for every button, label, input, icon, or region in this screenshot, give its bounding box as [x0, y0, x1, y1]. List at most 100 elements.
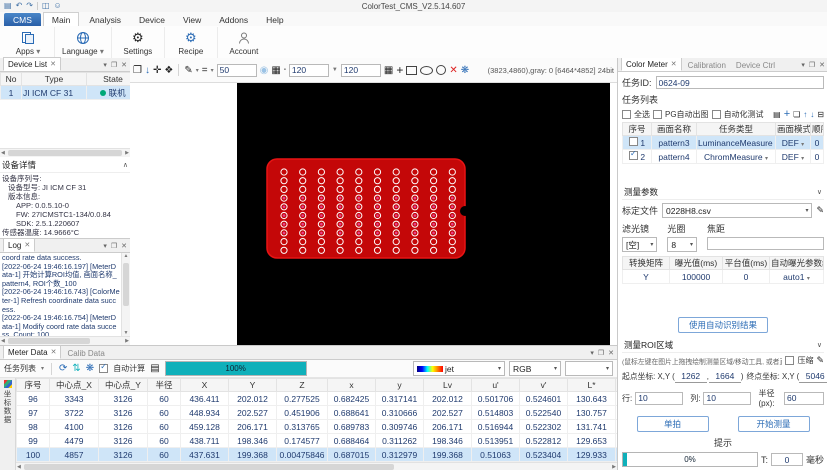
clean-icon[interactable]: ❋: [86, 363, 94, 374]
dock-menu-icon[interactable]: ▾: [801, 61, 805, 69]
meter-col-header[interactable]: y: [376, 379, 424, 392]
scroll-right-icon[interactable]: ▶: [612, 464, 616, 470]
measure-params-header[interactable]: 测量参数 ∨: [622, 184, 824, 200]
delete-roi-icon[interactable]: ✕: [449, 65, 457, 76]
redo-icon[interactable]: ↷: [26, 1, 33, 11]
meter-row[interactable]: 963343312660436.411202.0120.2775250.6824…: [17, 392, 618, 406]
scroll-left-icon[interactable]: ◀: [1, 150, 5, 156]
tab-calib-data[interactable]: Calib Data: [63, 347, 108, 359]
save-tasks-icon[interactable]: ▤: [773, 110, 781, 119]
meter-col-header[interactable]: Lv: [424, 379, 472, 392]
scroll-thumb[interactable]: [8, 338, 90, 344]
scroll-thumb[interactable]: [24, 464, 394, 470]
apps-button[interactable]: Apps ▾: [2, 27, 55, 59]
undo-icon[interactable]: ↶: [16, 1, 23, 11]
report-icon[interactable]: ▤: [150, 363, 159, 374]
tab-addons[interactable]: Addons: [211, 13, 256, 26]
save-icon[interactable]: ▤: [4, 1, 12, 11]
dock-menu-icon[interactable]: ▾: [103, 242, 107, 250]
scroll-left-icon[interactable]: ◀: [1, 338, 5, 344]
cross-tool-icon[interactable]: +: [396, 63, 403, 77]
task-row[interactable]: 1 pattern3 LuminanceMeasure ▾ DEF ▾ 0: [623, 136, 824, 150]
tab-view[interactable]: View: [175, 13, 209, 26]
meter-col-header[interactable]: a*: [616, 379, 618, 392]
device-details-header[interactable]: 设备详情 ∧: [0, 157, 130, 173]
move-up-icon[interactable]: ↑: [803, 110, 807, 119]
meter-col-header[interactable]: x: [328, 379, 376, 392]
collapse-icon[interactable]: ∨: [817, 341, 822, 349]
save-image-icon[interactable]: ↓: [145, 65, 150, 76]
meter-col-header[interactable]: X: [181, 379, 229, 392]
collapse-icon[interactable]: ∧: [123, 161, 128, 169]
tab-calibration[interactable]: Calibration: [684, 59, 730, 71]
dock-float-icon[interactable]: ❐: [111, 61, 117, 69]
calibrate-icon[interactable]: ❋: [461, 65, 469, 76]
grid-icon[interactable]: ▦: [271, 65, 280, 76]
circle-overlay-icon[interactable]: ◉: [260, 65, 269, 76]
grid-height-input[interactable]: [341, 64, 381, 77]
calib-file-select[interactable]: 0228H8.csv▾: [662, 203, 812, 218]
auto-calc-checkbox[interactable]: [99, 364, 108, 373]
caret-icon[interactable]: ▾: [196, 67, 199, 74]
task-id-input[interactable]: [656, 76, 824, 89]
select-all-checkbox[interactable]: [622, 110, 631, 119]
pan-hand-icon[interactable]: ❖: [164, 65, 173, 76]
meter-col-header[interactable]: L*: [568, 379, 616, 392]
recipe-button[interactable]: ⚙ Recipe: [165, 27, 218, 59]
roi-canvas[interactable]: [130, 83, 617, 345]
scroll-left-icon[interactable]: ◀: [17, 464, 21, 470]
move-down-icon[interactable]: ↓: [810, 110, 814, 119]
task-row[interactable]: 2 pattern4 ChromMeasure ▾ DEF ▾ 0: [623, 150, 824, 164]
add-task-icon[interactable]: +: [784, 108, 790, 120]
dock-menu-icon[interactable]: ▾: [103, 61, 107, 69]
scroll-thumb[interactable]: [8, 150, 122, 156]
rect-tool-icon[interactable]: [406, 66, 417, 75]
log-vscrollbar[interactable]: ▲ ▼: [121, 253, 130, 336]
collapse-icon[interactable]: ∨: [817, 188, 822, 196]
scroll-right-icon[interactable]: ▶: [125, 150, 129, 156]
dock-close-icon[interactable]: ✕: [121, 242, 127, 250]
tab-meter-data[interactable]: Meter Data✕: [3, 345, 61, 359]
colorspace-select[interactable]: RGB▾: [509, 361, 561, 376]
close-icon[interactable]: ✕: [50, 60, 56, 68]
task-type-select[interactable]: ChromMeasure ▾: [697, 150, 776, 164]
log-tab[interactable]: Log✕: [3, 238, 35, 252]
grid-apply-icon[interactable]: ▦: [384, 65, 393, 76]
task-mode-select[interactable]: DEF ▾: [776, 136, 811, 150]
rows-input[interactable]: [635, 392, 683, 405]
dock-close-icon[interactable]: ✕: [608, 349, 614, 357]
meter-col-header[interactable]: u': [472, 379, 520, 392]
meter-col-header[interactable]: 半径: [148, 379, 181, 392]
coords-side-tab[interactable]: 坐标数据: [0, 378, 16, 470]
nd-filter-select[interactable]: [空]▾: [622, 237, 657, 252]
device-list-tab[interactable]: Device List✕: [3, 57, 61, 71]
copy-task-icon[interactable]: ❏: [793, 110, 800, 119]
meter-row[interactable]: 984100312660459.128206.1710.3137650.6897…: [17, 420, 618, 434]
start-x-input[interactable]: [675, 370, 707, 383]
task-list-dropdown-label[interactable]: 任务列表: [4, 363, 36, 374]
dock-menu-icon[interactable]: ▾: [590, 349, 594, 357]
log-hscrollbar[interactable]: ◀ ▶: [0, 336, 130, 345]
edit-calib-icon[interactable]: ✎: [816, 205, 824, 216]
device-list-hscrollbar[interactable]: ◀ ▶: [0, 148, 130, 157]
tab-main[interactable]: Main: [43, 12, 79, 26]
pen-size-input[interactable]: [217, 64, 257, 77]
meter-hscrollbar[interactable]: ◀ ▶: [16, 462, 617, 470]
language-button[interactable]: Language ▾: [55, 27, 112, 59]
caret-icon[interactable]: ▾: [41, 365, 44, 372]
roi-section-header[interactable]: 测量ROI区域 ∨: [622, 337, 824, 353]
scroll-up-icon[interactable]: ▲: [124, 253, 129, 259]
extra-select[interactable]: ▾: [565, 361, 613, 376]
tab-help[interactable]: Help: [258, 13, 291, 26]
meter-col-header[interactable]: Z: [277, 379, 328, 392]
dock-float-icon[interactable]: ❐: [111, 242, 117, 250]
close-icon[interactable]: ✕: [24, 241, 30, 249]
tab-color-meter[interactable]: Color Meter✕: [621, 58, 682, 71]
single-shot-button[interactable]: 单拍: [637, 416, 709, 432]
pencil-tool-icon[interactable]: ✎: [184, 65, 192, 76]
dock-close-icon[interactable]: ✕: [819, 61, 825, 69]
meter-col-header[interactable]: Y: [229, 379, 277, 392]
task-type-select[interactable]: LuminanceMeasure ▾: [697, 136, 776, 150]
grid-width-input[interactable]: [289, 64, 329, 77]
meter-col-header[interactable]: v': [520, 379, 568, 392]
